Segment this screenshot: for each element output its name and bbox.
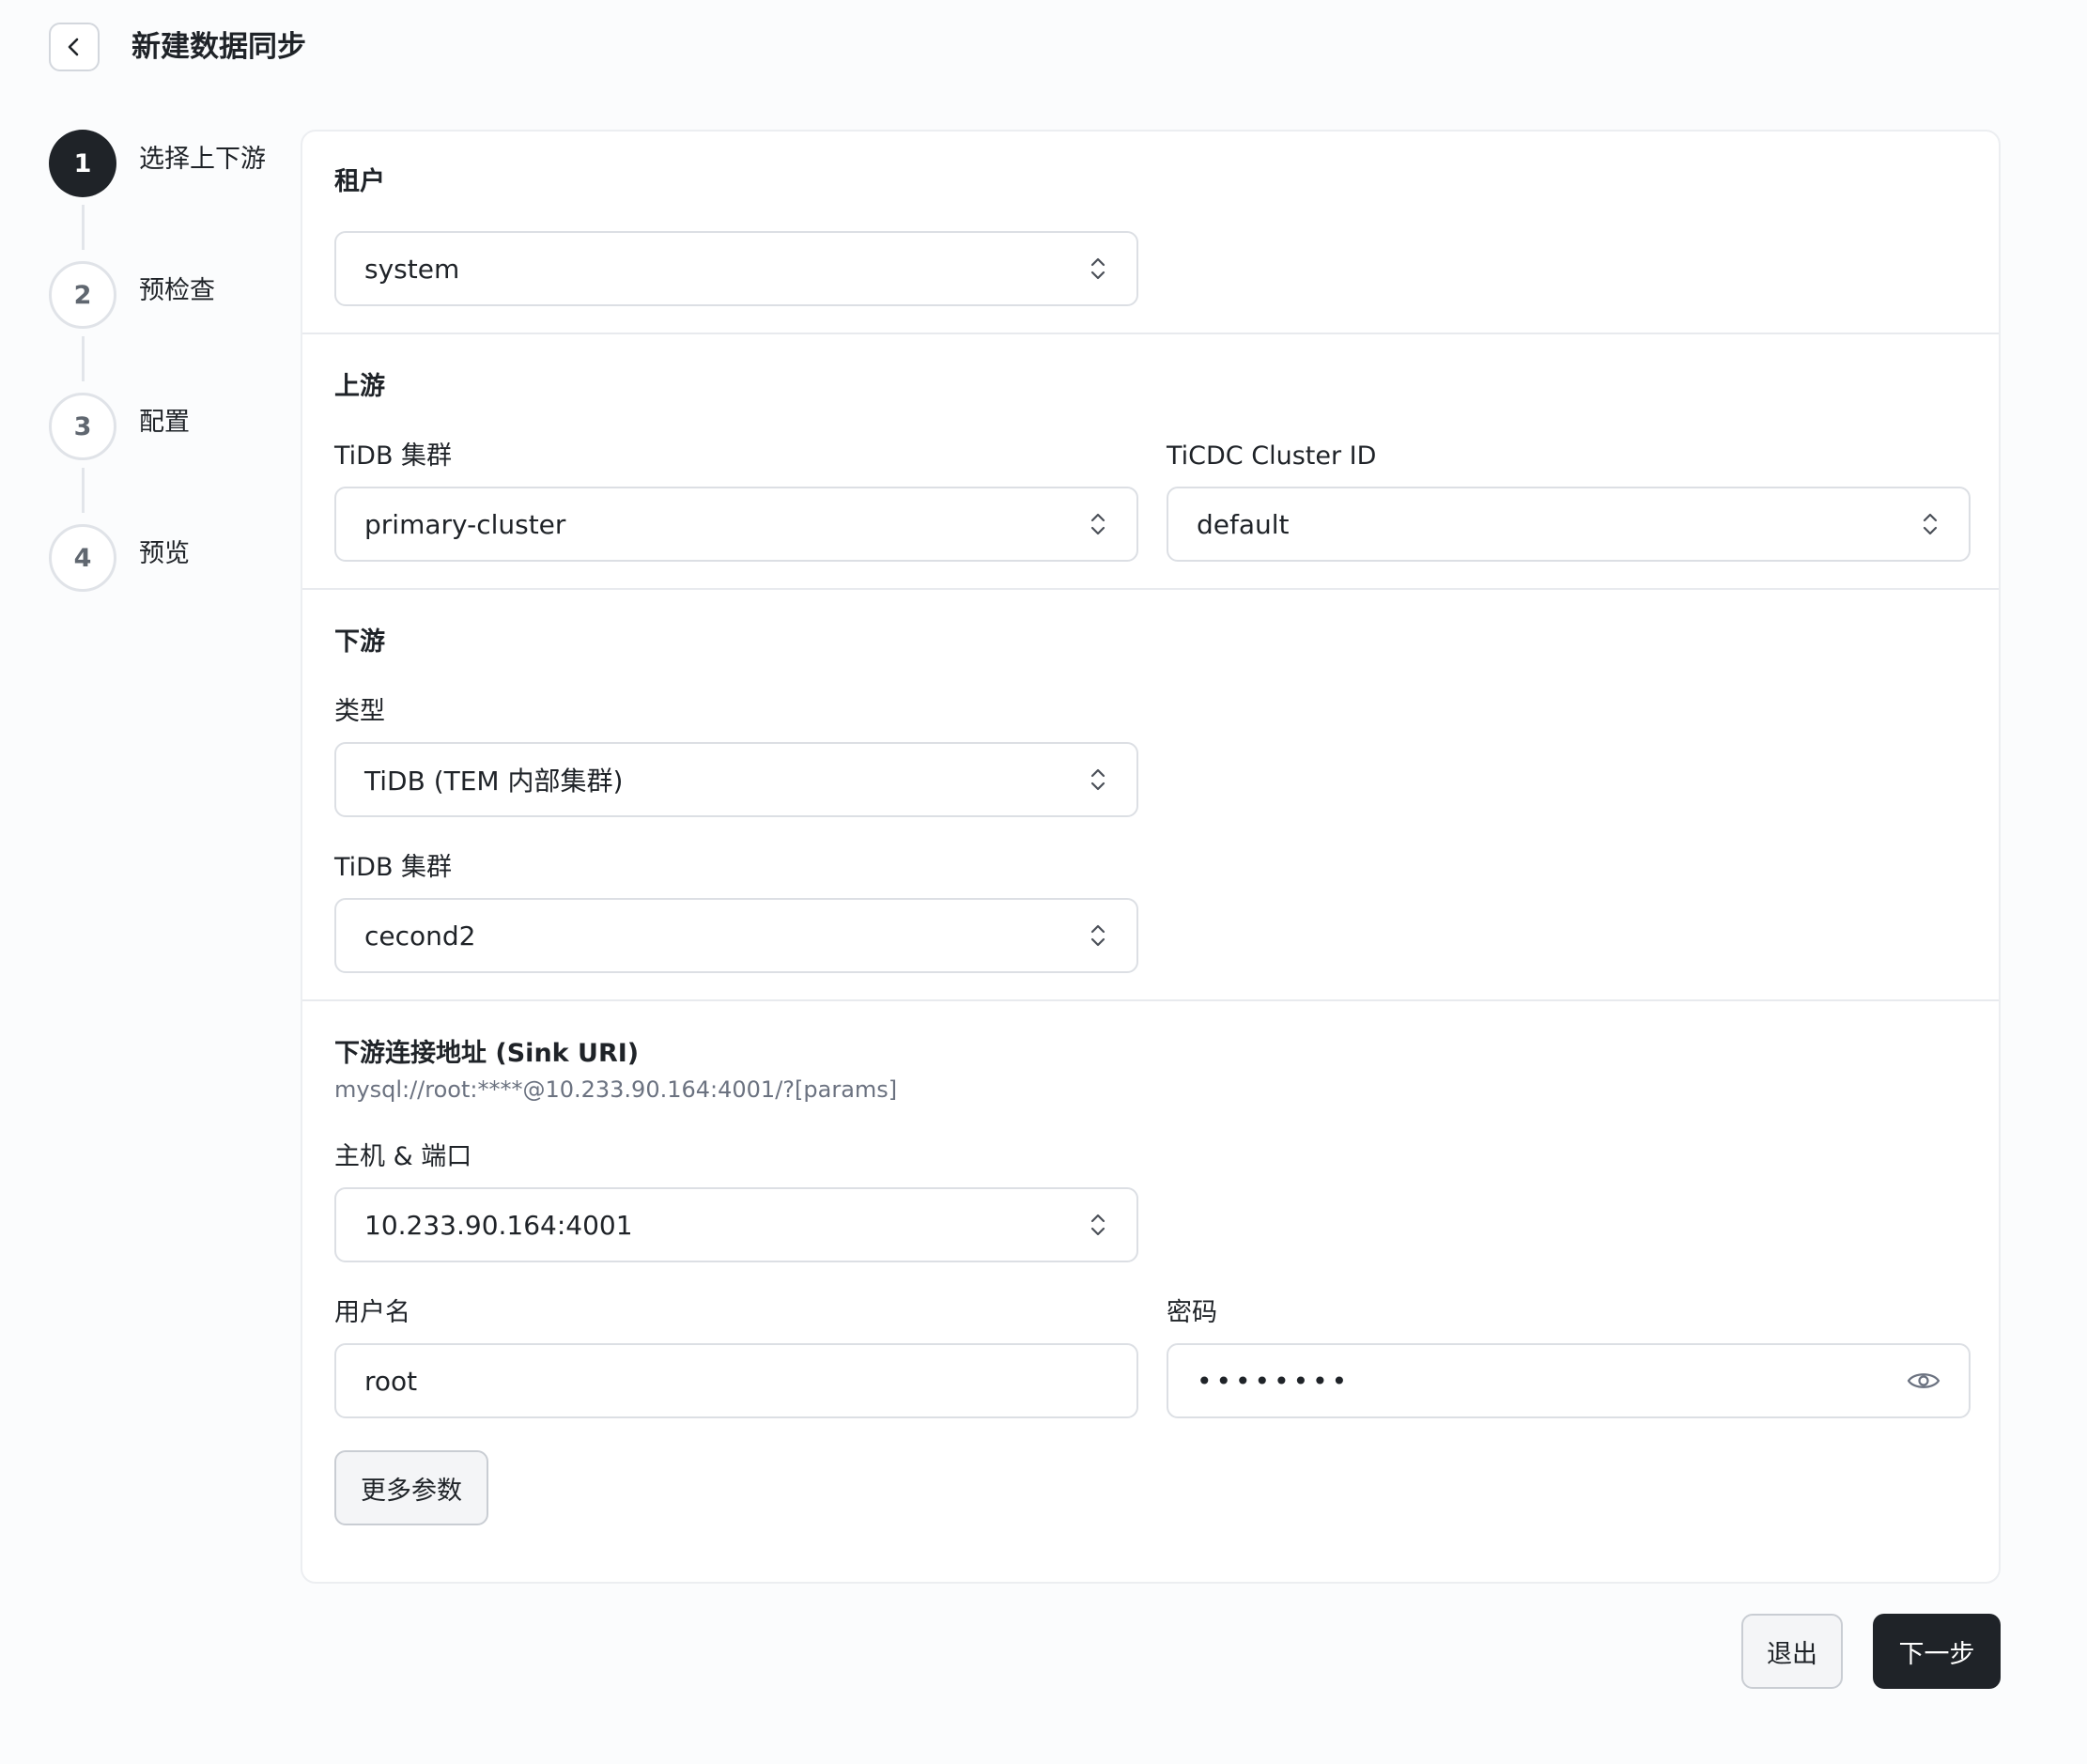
username-value: root [364,1365,418,1397]
section-divider [302,333,1999,334]
tenant-section-title: 租户 [334,167,385,196]
chevron-up-down-icon [1923,513,1938,535]
upstream-section-title: 上游 [334,372,385,401]
host-port-select[interactable]: 10.233.90.164:4001 [334,1187,1138,1262]
sink-uri-section-title: 下游连接地址 (Sink URI) [334,1039,640,1068]
ticdc-cluster-id-label: TiCDC Cluster ID [1167,441,1377,471]
chevron-up-down-icon [1090,768,1105,791]
host-port-label: 主机 & 端口 [334,1142,472,1171]
back-button[interactable] [49,23,100,71]
step-connector [82,468,85,513]
chevron-up-down-icon [1090,257,1105,280]
step-3-indicator: 3 [49,393,116,460]
downstream-type-select[interactable]: TiDB (TEM 内部集群) [334,742,1138,817]
eye-icon[interactable] [1907,1369,1940,1392]
password-input[interactable]: •••••••• [1167,1343,1971,1418]
username-label: 用户名 [334,1298,410,1327]
chevron-up-down-icon [1090,924,1105,947]
section-divider [302,999,1999,1001]
step-4-indicator: 4 [49,524,116,592]
username-input[interactable]: root [334,1343,1138,1418]
next-step-button[interactable]: 下一步 [1873,1614,2001,1689]
downstream-cluster-label: TiDB 集群 [334,853,453,882]
sync-config-card: 租户 system 上游 TiDB 集群 primary-cluster TiC… [301,130,2001,1584]
upstream-cluster-select[interactable]: primary-cluster [334,487,1138,562]
downstream-type-value: TiDB (TEM 内部集群) [364,766,624,797]
password-value: •••••••• [1197,1365,1352,1397]
chevron-left-icon [68,38,79,56]
more-params-button[interactable]: 更多参数 [334,1450,488,1525]
section-divider [302,588,1999,590]
exit-button[interactable]: 退出 [1741,1614,1843,1689]
downstream-cluster-value: cecond2 [364,920,476,952]
step-connector [82,205,85,250]
step-4-label: 预览 [139,539,190,568]
downstream-section-title: 下游 [334,627,385,657]
ticdc-cluster-id-select[interactable]: default [1167,487,1971,562]
step-connector [82,336,85,381]
chevron-up-down-icon [1090,513,1105,535]
step-1-indicator: 1 [49,130,116,197]
tenant-select-value: system [364,253,460,285]
tenant-select[interactable]: system [334,231,1138,306]
sink-uri-preview: mysql://root:****@10.233.90.164:4001/?[p… [334,1076,898,1103]
downstream-cluster-select[interactable]: cecond2 [334,898,1138,973]
host-port-value: 10.233.90.164:4001 [364,1209,633,1241]
downstream-type-label: 类型 [334,697,385,726]
page: 新建数据同步 1 选择上下游 2 预检查 3 配置 4 预览 租户 system… [0,0,2087,1764]
upstream-cluster-value: primary-cluster [364,508,566,540]
upstream-cluster-label: TiDB 集群 [334,441,453,471]
step-2-indicator: 2 [49,261,116,329]
password-label: 密码 [1167,1298,1217,1327]
step-3-label: 配置 [139,408,190,437]
step-2-label: 预检查 [139,276,215,305]
page-title: 新建数据同步 [131,30,306,64]
ticdc-cluster-id-value: default [1197,508,1290,540]
step-1-label: 选择上下游 [139,145,266,174]
chevron-up-down-icon [1090,1214,1105,1236]
